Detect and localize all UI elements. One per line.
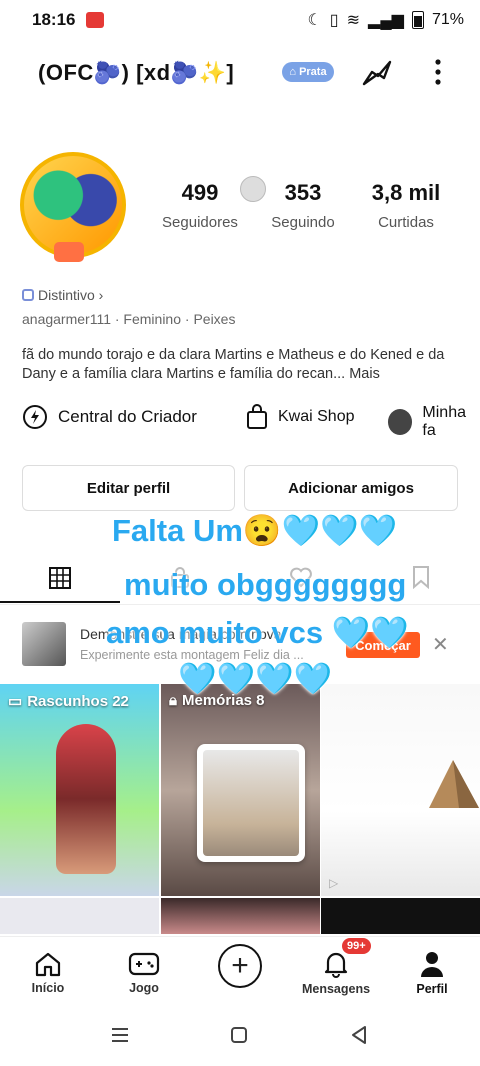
vibrate-icon: ▯ [329,12,339,29]
profile-meta: anagarmer111 · Feminino · Peixes [22,311,236,327]
battery-icon [411,11,424,29]
share-icon[interactable] [360,58,394,88]
badge-icon [22,289,34,301]
memories-tile[interactable]: 🔒︎ Memórias 8 [161,684,320,896]
bell-icon [324,952,348,978]
rank-label: Prata [299,66,327,78]
bio-text: fã do mundo torajo e da clara Martins e … [22,347,445,382]
overlay-caption-4: 🩵🩵🩵🩵 [178,661,333,696]
grid-tile-6[interactable] [321,898,480,934]
lightning-circle-icon [23,405,47,429]
screen-record-icon [86,12,104,28]
badge-label: Distintivo › [38,287,104,303]
grid-tile-5[interactable] [161,898,320,934]
wifi-icon: ≋ [346,12,361,29]
shopping-bag-icon [247,404,267,429]
more-options-icon[interactable] [430,56,446,88]
nav-home[interactable]: Início [0,937,96,1009]
nav-game[interactable]: Jogo [96,937,192,1009]
edit-profile-button[interactable]: Editar perfil [22,465,235,511]
my-family-link[interactable]: Minha fa [388,404,480,440]
family-avatar-icon [388,409,413,435]
overlay-caption-3: amo muito vcs 🩵🩵 [106,615,409,650]
memory-photo-card [197,744,305,862]
profile-bio: fã do mundo torajo e da clara Martins e … [22,346,462,384]
character-figure [56,724,116,874]
stat-following-value: 353 [284,180,322,205]
kwai-shop-label: Kwai Shop [278,408,355,425]
profile-display-name: (OFC🫐) [xd🫐✨] [38,60,235,85]
rank-icon: ⌂ [289,66,297,78]
drafts-tile[interactable]: ▭ Rascunhos 22 [0,684,159,896]
stat-likes-label: Curtidas [378,214,434,231]
drafts-icon: ▭ [8,693,23,710]
pyramid-image [429,760,479,808]
overlay-caption-1: Falta Um😧🩵🩵🩵 [112,513,398,548]
lock-icon: 🔒︎ [169,692,177,709]
close-icon[interactable]: ✕ [432,632,449,657]
stat-followers-value: 499 [181,180,219,205]
battery-percent: 71% [431,11,464,28]
home-icon [35,952,61,977]
messages-badge: 99+ [342,938,371,954]
add-friends-button[interactable]: Adicionar amigos [244,465,458,511]
promo-thumbnail [22,622,66,666]
gamepad-icon [128,952,160,976]
live-badge-icon [54,242,84,262]
stat-followers[interactable]: 499 Seguidores [150,180,250,231]
nav-profile-label: Perfil [416,982,448,996]
signal-icon: ▂▄▆ [368,12,404,29]
stat-followers-label: Seguidores [162,214,238,231]
play-icon: ▷ [329,876,339,890]
video-tile[interactable]: ▷ [321,684,480,896]
grid-tile-4[interactable] [0,898,159,934]
stat-following-label: Seguindo [271,214,335,231]
person-icon [421,952,443,977]
grid-tab-icon[interactable] [48,566,72,590]
home-square-icon[interactable] [230,1026,248,1044]
tab-indicator [0,601,120,603]
kwai-shop-link[interactable]: Kwai Shop [246,404,355,430]
system-nav-bar [0,1008,480,1066]
bio-more-link[interactable]: Mais [349,366,380,382]
status-bar: 18:16 ☾ ▯ ≋ ▂▄▆ 71% [0,0,480,42]
create-post-button[interactable]: + [218,944,262,988]
creator-center-label: Central do Criador [58,407,197,426]
my-family-label: Minha fa [422,404,466,439]
nav-profile[interactable]: Perfil [384,937,480,1009]
badge-link[interactable]: Distintivo › [22,287,103,303]
rank-badge[interactable]: ⌂ Prata [282,62,334,82]
drafts-text: Rascunhos 22 [27,692,129,710]
nav-game-label: Jogo [129,981,159,995]
status-icons: ☾ ▯ ≋ ▂▄▆ 71% [307,10,464,30]
bookmark-tab-icon[interactable] [410,565,432,589]
stat-following[interactable]: 353 Seguindo [253,180,353,231]
nav-home-label: Início [31,981,65,995]
overlay-caption-2: muito obgggggggg [124,567,407,602]
stat-likes-value: 3,8 mil [371,180,441,205]
plus-icon: + [231,949,249,982]
moon-icon: ☾ [307,12,322,29]
nav-messages-label: Mensagens [301,982,371,996]
status-time: 18:16 [32,10,76,29]
back-icon[interactable] [350,1025,368,1045]
creator-center-link[interactable]: Central do Criador [22,404,197,430]
stat-likes[interactable]: 3,8 mil Curtidas [356,180,456,231]
recent-apps-icon[interactable] [110,1026,130,1044]
drafts-label: ▭ Rascunhos 22 [8,692,129,711]
